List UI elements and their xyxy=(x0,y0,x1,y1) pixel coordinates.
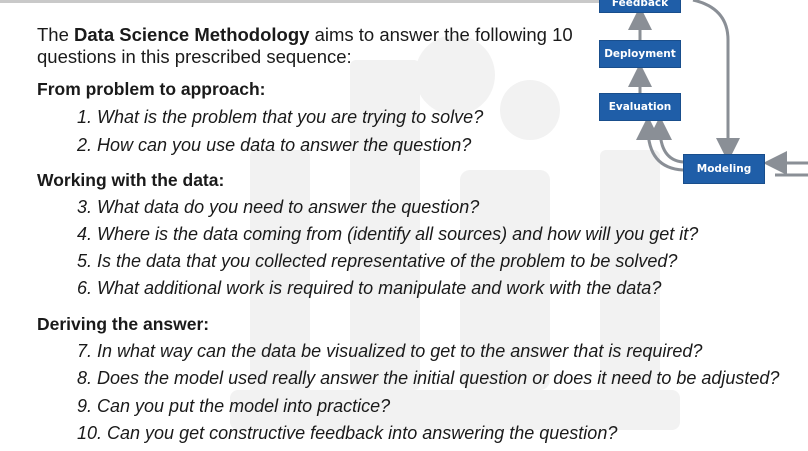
question-item: 8. Does the model used really answer the… xyxy=(77,368,780,388)
arrow-feedback-loop xyxy=(692,0,740,162)
question-item: 10. Can you get constructive feedback in… xyxy=(77,423,618,443)
feedback-box: Feedback xyxy=(599,0,681,13)
question-item: 4. Where is the data coming from (identi… xyxy=(77,224,699,244)
arrow-model-to-eval-loop xyxy=(648,116,684,164)
modeling-box: Modeling xyxy=(683,154,765,184)
evaluation-box: Evaluation xyxy=(599,93,681,121)
question-item: 5. Is the data that you collected repres… xyxy=(77,251,678,271)
question-item: 6. What additional work is required to m… xyxy=(77,278,662,298)
deployment-box: Deployment xyxy=(599,40,681,68)
section-heading-answer: Deriving the answer: xyxy=(37,314,210,334)
question-item: 7. In what way can the data be visualize… xyxy=(77,341,703,361)
question-item: 3. What data do you need to answer the q… xyxy=(77,197,480,217)
question-item: 9. Can you put the model into practice? xyxy=(77,396,391,416)
arrow-model-to-eval xyxy=(636,116,684,172)
